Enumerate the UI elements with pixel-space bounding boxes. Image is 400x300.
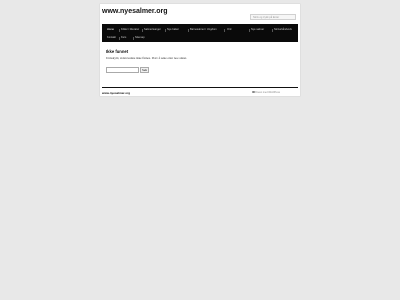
nav-item-ord[interactable]: Ord bbox=[227, 27, 231, 33]
nav-item-sitemap[interactable]: Sitemap bbox=[135, 35, 145, 41]
header-search-input[interactable]: Skriv og trykk på Enter bbox=[250, 14, 296, 20]
page-container: www.nyesalmer.org Skriv og trykk på Ente… bbox=[100, 4, 300, 96]
nav-separator bbox=[165, 28, 166, 32]
search-input[interactable] bbox=[106, 67, 139, 73]
nav-item-nye-boker[interactable]: Nye bøker bbox=[167, 27, 179, 33]
site-title[interactable]: www.nyesalmer.org bbox=[102, 8, 168, 15]
main-navigation: Home Kilder / litteratur Salmer/sanger N… bbox=[102, 24, 298, 42]
nav-separator bbox=[224, 28, 225, 32]
footer-site-link[interactable]: www.nyesalmer.org bbox=[102, 91, 130, 95]
footer-divider bbox=[102, 87, 298, 88]
footer-credit-text[interactable]: Drevet med WordPress bbox=[255, 91, 280, 94]
nav-separator bbox=[249, 28, 250, 32]
nav-item-kurs[interactable]: Kurs bbox=[121, 35, 126, 41]
nav-separator bbox=[119, 36, 120, 40]
nav-item-barnesalmer[interactable]: Barnesalmer / Ungdom bbox=[190, 27, 217, 33]
nav-item-skrivehandverk[interactable]: Skrivehåndverk bbox=[274, 27, 292, 33]
nav-item-salmer[interactable]: Salmer/sanger bbox=[144, 27, 161, 33]
nav-separator bbox=[133, 36, 134, 40]
search-button[interactable]: Søk bbox=[140, 67, 149, 73]
nav-item-home[interactable]: Home bbox=[107, 27, 114, 33]
nav-separator bbox=[272, 28, 273, 32]
nav-item-nye-salmer[interactable]: Nye salmer bbox=[251, 27, 264, 33]
nav-item-kilder[interactable]: Kilder / litteratur bbox=[121, 27, 139, 33]
not-found-message: Unnskyld, siden kunne ikke finnes. Prøv … bbox=[106, 56, 187, 60]
nav-separator bbox=[142, 28, 143, 32]
footer-credit-link[interactable]: Drevet med WordPress bbox=[252, 91, 280, 94]
nav-item-kontakt[interactable]: Kontakt bbox=[107, 35, 116, 41]
nav-separator bbox=[188, 28, 189, 32]
page-title: Ikke funnet bbox=[106, 49, 129, 54]
nav-separator bbox=[119, 28, 120, 32]
